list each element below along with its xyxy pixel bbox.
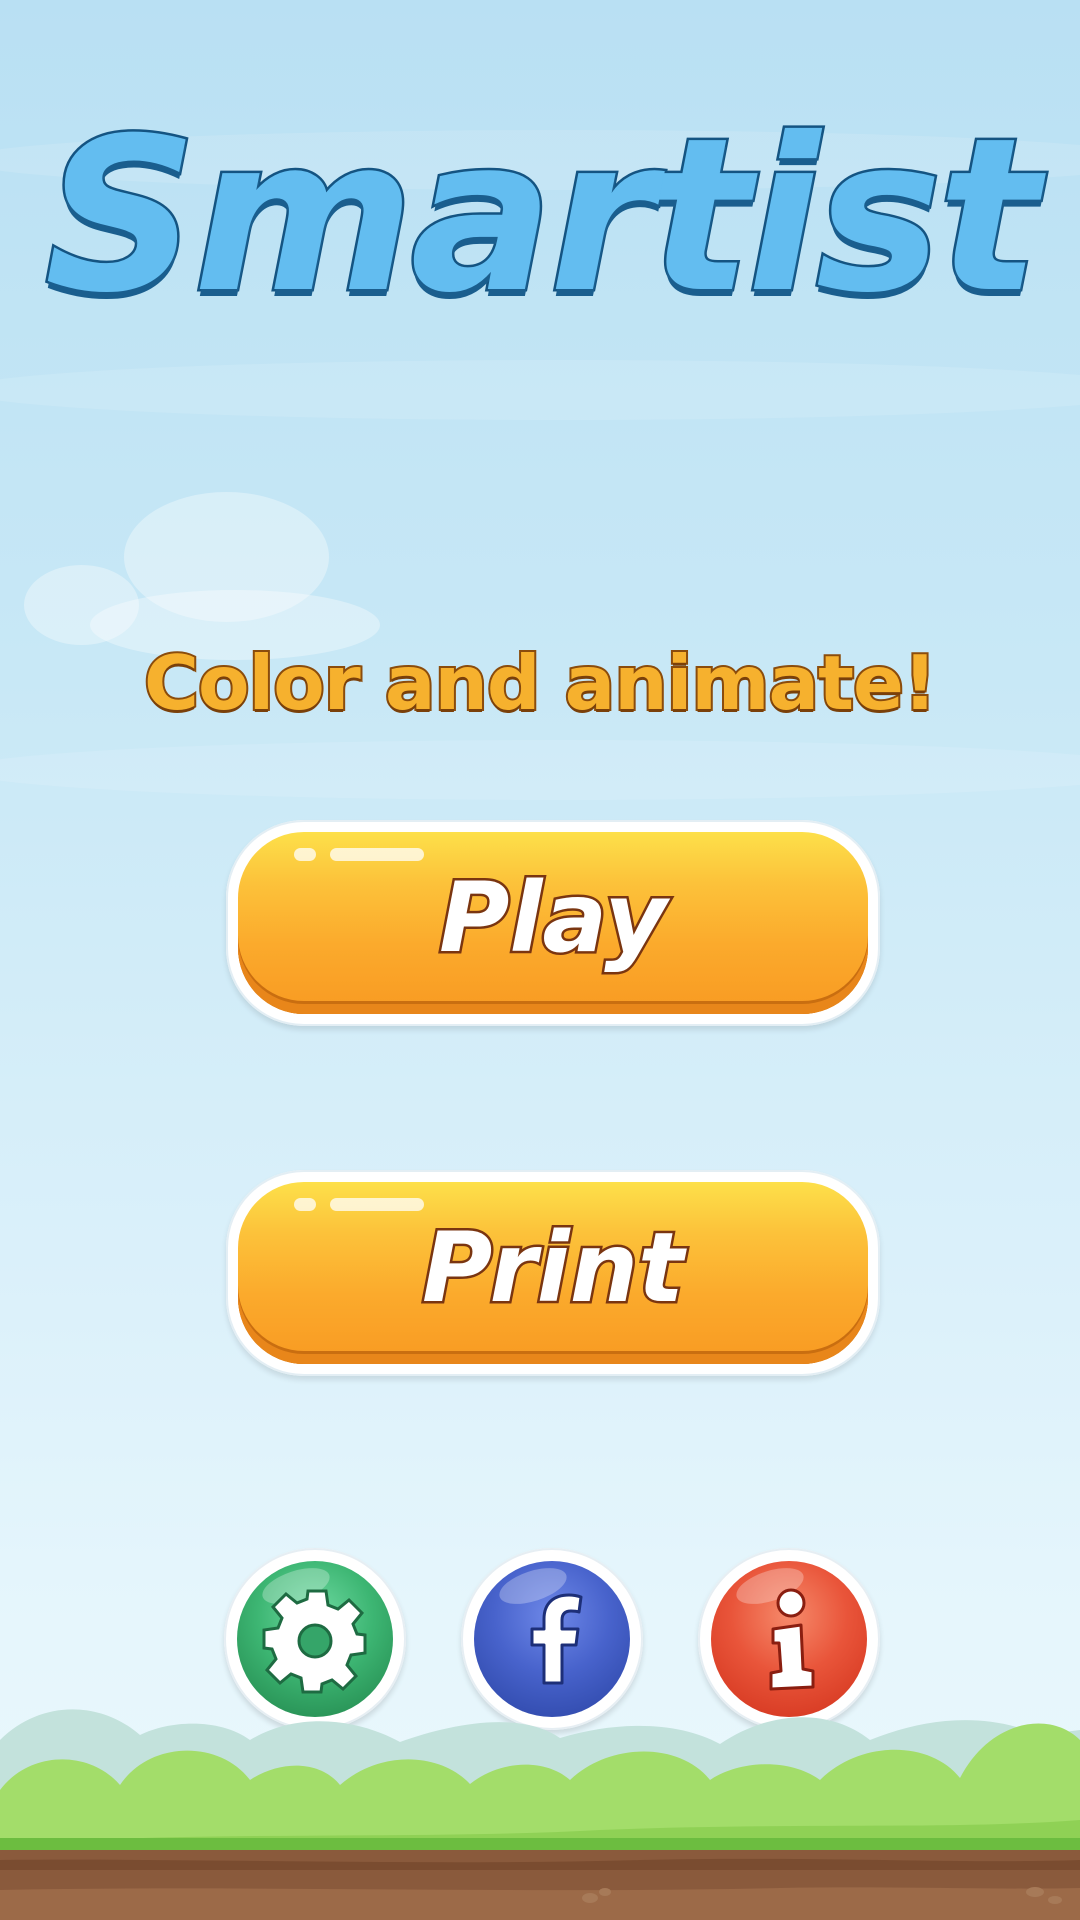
button-shine	[330, 848, 424, 861]
play-button-face: Play	[238, 832, 868, 1014]
button-shine	[330, 1198, 424, 1211]
print-button[interactable]: Print	[226, 1170, 880, 1376]
ground-scenery	[0, 1709, 1080, 1920]
play-button-label: Play	[437, 862, 670, 974]
sky-band	[0, 360, 1080, 420]
print-button-face: Print	[238, 1182, 868, 1364]
main-menu-screen: Smartist Color and animate! Play Print	[0, 0, 1080, 1920]
game-title: Smartist	[42, 92, 1042, 339]
play-button[interactable]: Play	[226, 820, 880, 1026]
sky-band	[0, 740, 1080, 800]
button-shine	[294, 1198, 316, 1211]
tagline: Color and animate!	[142, 639, 939, 727]
button-shine	[294, 848, 316, 861]
print-button-label: Print	[420, 1212, 687, 1324]
